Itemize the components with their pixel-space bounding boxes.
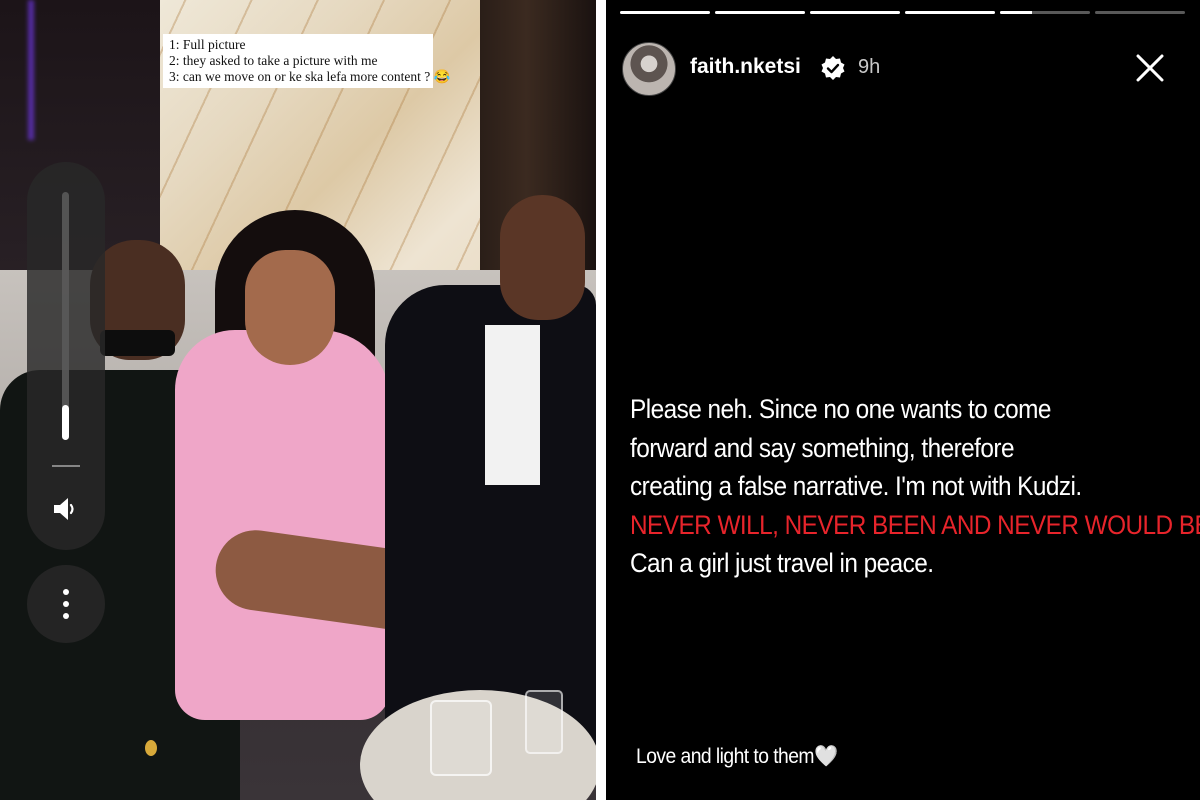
story-footer: Love and light to them🤍 xyxy=(636,745,838,769)
story-progress-bars xyxy=(620,11,1185,14)
speaker-icon[interactable] xyxy=(50,494,80,524)
shirt-logo xyxy=(145,740,157,756)
pink-dress xyxy=(175,330,390,720)
avatar[interactable] xyxy=(622,42,676,96)
post-time: 9h xyxy=(858,56,881,78)
caption-line: 1: Full picture xyxy=(169,37,246,52)
instagram-story: faith.nketsi 9h Please neh. Since no one… xyxy=(606,0,1200,800)
progress-segment xyxy=(810,11,900,14)
progress-segment xyxy=(905,11,995,14)
white-heart-icon: 🤍 xyxy=(813,745,838,768)
username[interactable]: faith.nketsi xyxy=(690,55,801,79)
story-text-line: creating a false narrative. I'm not with… xyxy=(630,471,1082,501)
photo-story-panel: 1: Full picture 2: they asked to take a … xyxy=(0,0,596,800)
sunglasses xyxy=(100,330,175,356)
story-text: Please neh. Since no one wants to come f… xyxy=(630,390,1200,583)
volume-slider-track[interactable] xyxy=(62,192,69,440)
photo-caption: 1: Full picture 2: they asked to take a … xyxy=(163,34,451,88)
progress-segment xyxy=(1095,11,1185,14)
glass xyxy=(430,700,492,776)
more-options-button[interactable] xyxy=(27,565,105,643)
verified-badge-icon xyxy=(821,56,845,80)
volume-slider-fill[interactable] xyxy=(62,405,69,440)
progress-segment xyxy=(620,11,710,14)
neon-light xyxy=(28,0,34,140)
close-icon[interactable] xyxy=(1134,52,1166,84)
progress-segment xyxy=(1000,11,1090,14)
story-text-line: forward and say something, therefore xyxy=(630,432,1015,463)
footer-text: Love and light to them xyxy=(636,745,815,768)
caption-line: 3: can we move on or ke ska lefa more co… xyxy=(169,69,451,84)
story-text-line-emphasis: NEVER WILL, NEVER BEEN AND NEVER WOULD B… xyxy=(630,509,1200,540)
story-text-line: Please neh. Since no one wants to come xyxy=(630,394,1051,424)
progress-segment xyxy=(715,11,805,14)
divider xyxy=(52,465,80,467)
person-right xyxy=(385,195,596,755)
caption-line: 2: they asked to take a picture with me xyxy=(169,53,378,68)
more-vertical-icon xyxy=(63,589,69,595)
glass xyxy=(525,690,563,754)
story-text-line: Can a girl just travel in peace. xyxy=(630,548,934,578)
